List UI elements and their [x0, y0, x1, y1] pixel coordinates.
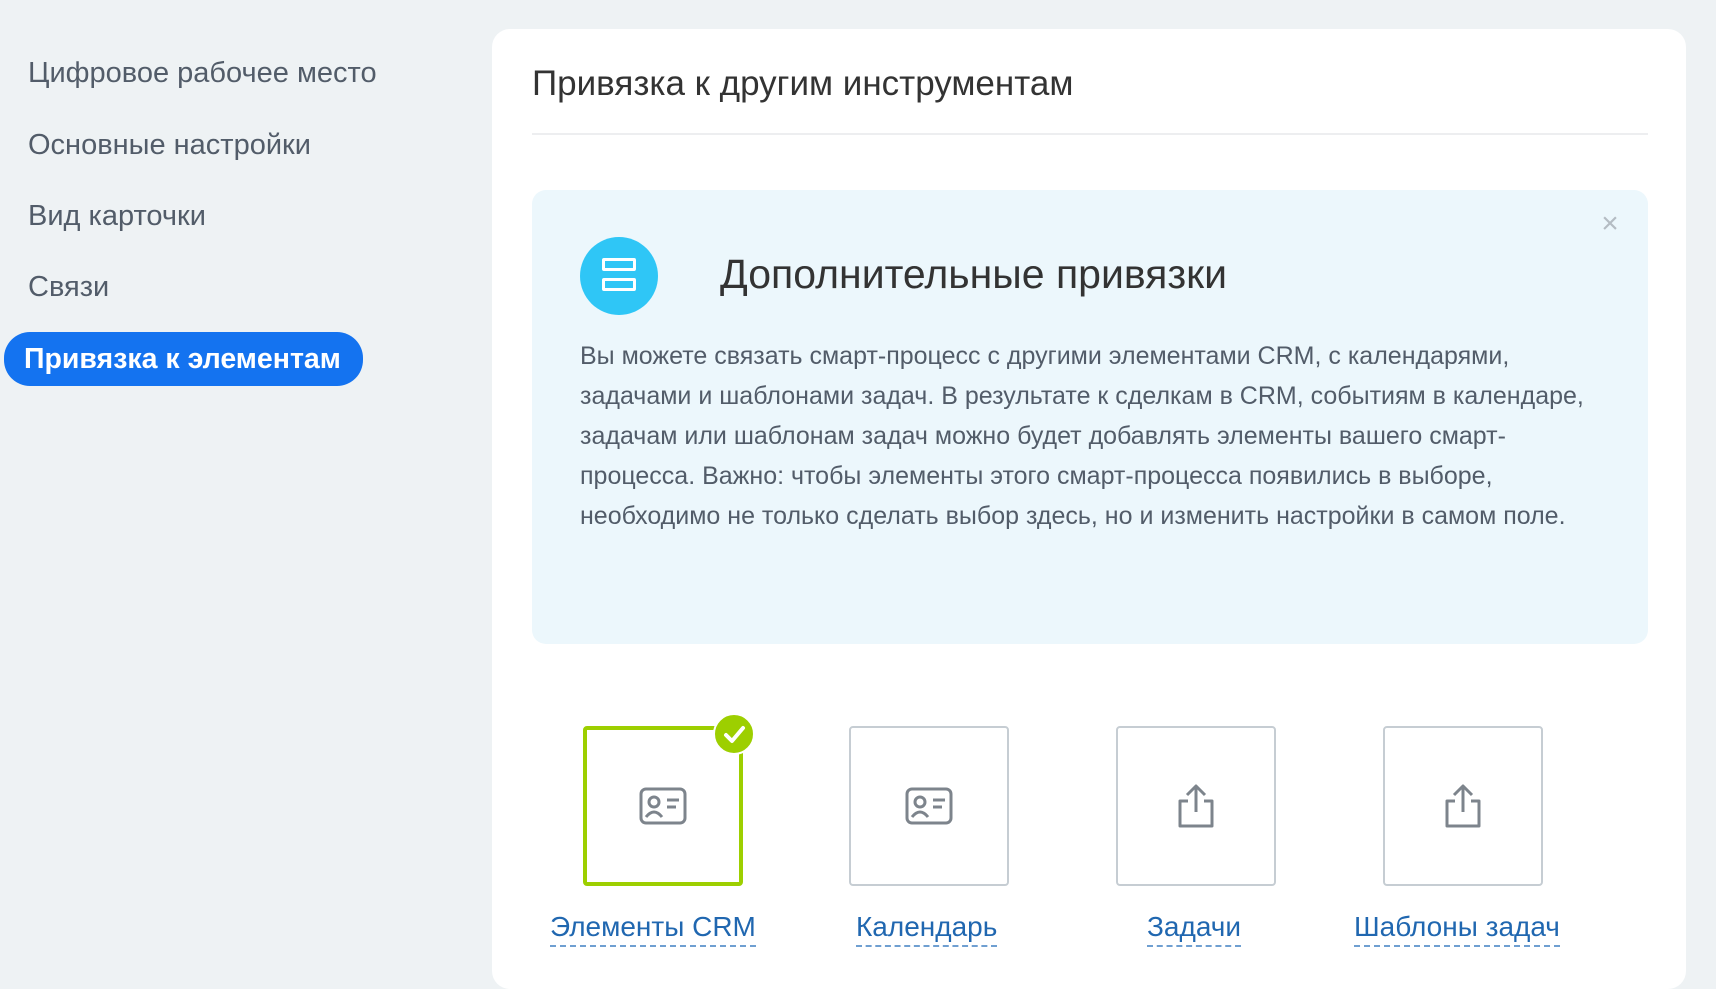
- info-card: × Дополнительные привязки Вы можете связ…: [532, 190, 1648, 644]
- sidebar-item-relations[interactable]: Связи: [28, 273, 109, 302]
- option-calendar[interactable]: [849, 726, 1009, 886]
- list-layout-icon: [580, 237, 658, 315]
- option-label-crm[interactable]: Элементы CRM: [550, 913, 756, 947]
- contact-card-icon: [639, 787, 687, 825]
- option-crm-elements[interactable]: [583, 713, 755, 886]
- info-title: Дополнительные привязки: [720, 251, 1228, 297]
- share-icon: [1445, 784, 1481, 828]
- option-tasks[interactable]: [1116, 726, 1276, 886]
- info-text: Вы можете связать смарт-процесс с другим…: [580, 342, 1584, 530]
- share-icon: [1178, 784, 1214, 828]
- panel-title: Привязка к другим инструментам: [532, 64, 1074, 103]
- sidebar-item-card-view[interactable]: Вид карточки: [28, 202, 206, 231]
- contact-card-icon: [905, 787, 953, 825]
- settings-panel: Привязка к другим инструментам × Дополни…: [492, 29, 1686, 989]
- sidebar-item-main-settings[interactable]: Основные настройки: [28, 131, 311, 160]
- option-task-templates[interactable]: [1383, 726, 1543, 886]
- divider: [532, 133, 1648, 135]
- sidebar-item-element-binding[interactable]: Привязка к элементам: [4, 332, 363, 386]
- close-icon[interactable]: ×: [1596, 209, 1624, 239]
- sidebar: Цифровое рабочее место Основные настройк…: [0, 0, 470, 965]
- option-label-calendar[interactable]: Календарь: [856, 913, 998, 947]
- checkmark-icon: [713, 713, 755, 755]
- sidebar-item-digital-workplace[interactable]: Цифровое рабочее место: [28, 59, 377, 88]
- option-label-tasks[interactable]: Задачи: [1147, 913, 1242, 947]
- option-label-task-templates[interactable]: Шаблоны задач: [1354, 913, 1560, 947]
